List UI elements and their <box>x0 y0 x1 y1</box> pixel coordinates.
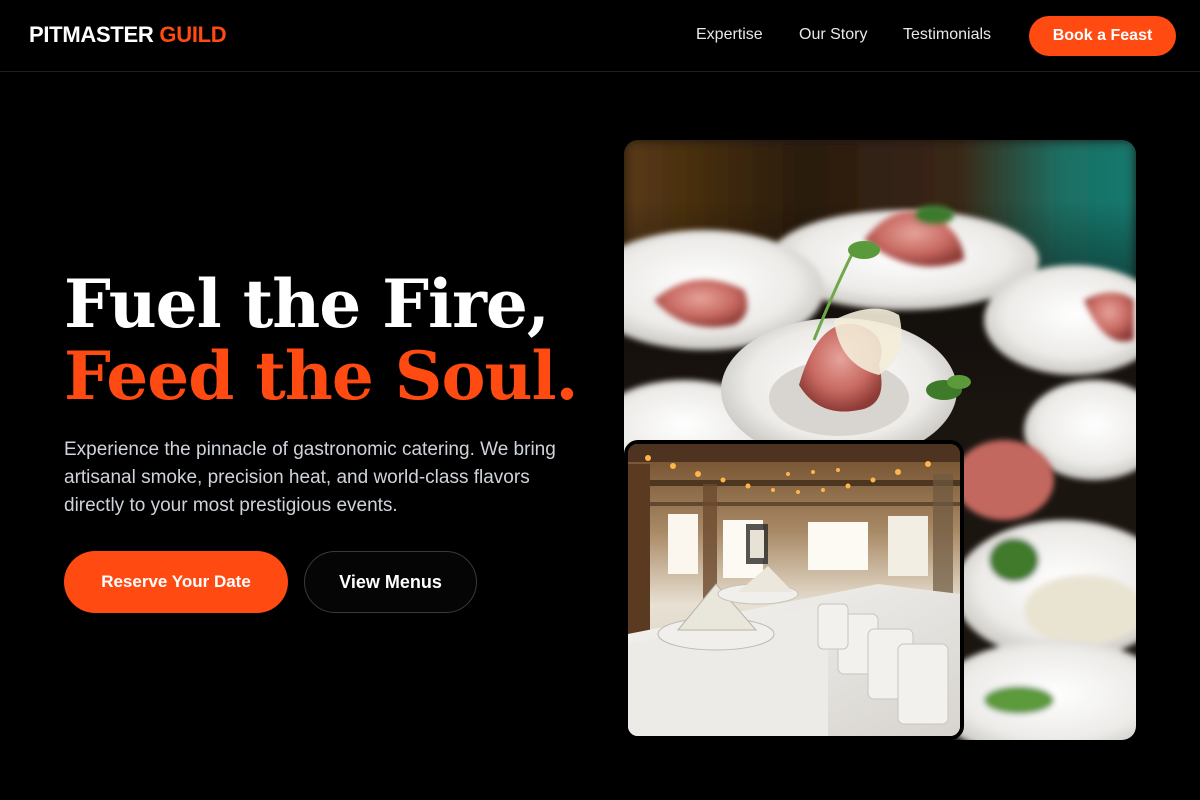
view-menus-button[interactable]: View Menus <box>304 551 477 613</box>
top-nav: PITMASTER GUILD Expertise Our Story Testi… <box>0 0 1200 72</box>
hero-headline: Fuel the Fire, Feed the Soul. <box>64 265 579 415</box>
banquet-photo <box>624 440 964 740</box>
brand-accent: GUILD <box>159 22 227 47</box>
nav-link-our-story[interactable]: Our Story <box>799 26 867 44</box>
hero-description: Experience the pinnacle of gastronomic c… <box>64 439 556 516</box>
headline-line-2: Feed the Soul. <box>64 337 579 415</box>
headline-line-1: Fuel the Fire, <box>64 265 550 343</box>
brand-name: PITMASTER <box>29 22 154 47</box>
brand-logo[interactable]: PITMASTER GUILD <box>29 22 227 48</box>
banquet-photo-illustration <box>628 444 960 736</box>
nav-link-testimonials[interactable]: Testimonials <box>903 26 991 44</box>
nav-link-expertise[interactable]: Expertise <box>696 26 763 44</box>
reserve-your-date-button[interactable]: Reserve Your Date <box>64 551 288 613</box>
book-a-feast-button[interactable]: Book a Feast <box>1029 16 1176 56</box>
